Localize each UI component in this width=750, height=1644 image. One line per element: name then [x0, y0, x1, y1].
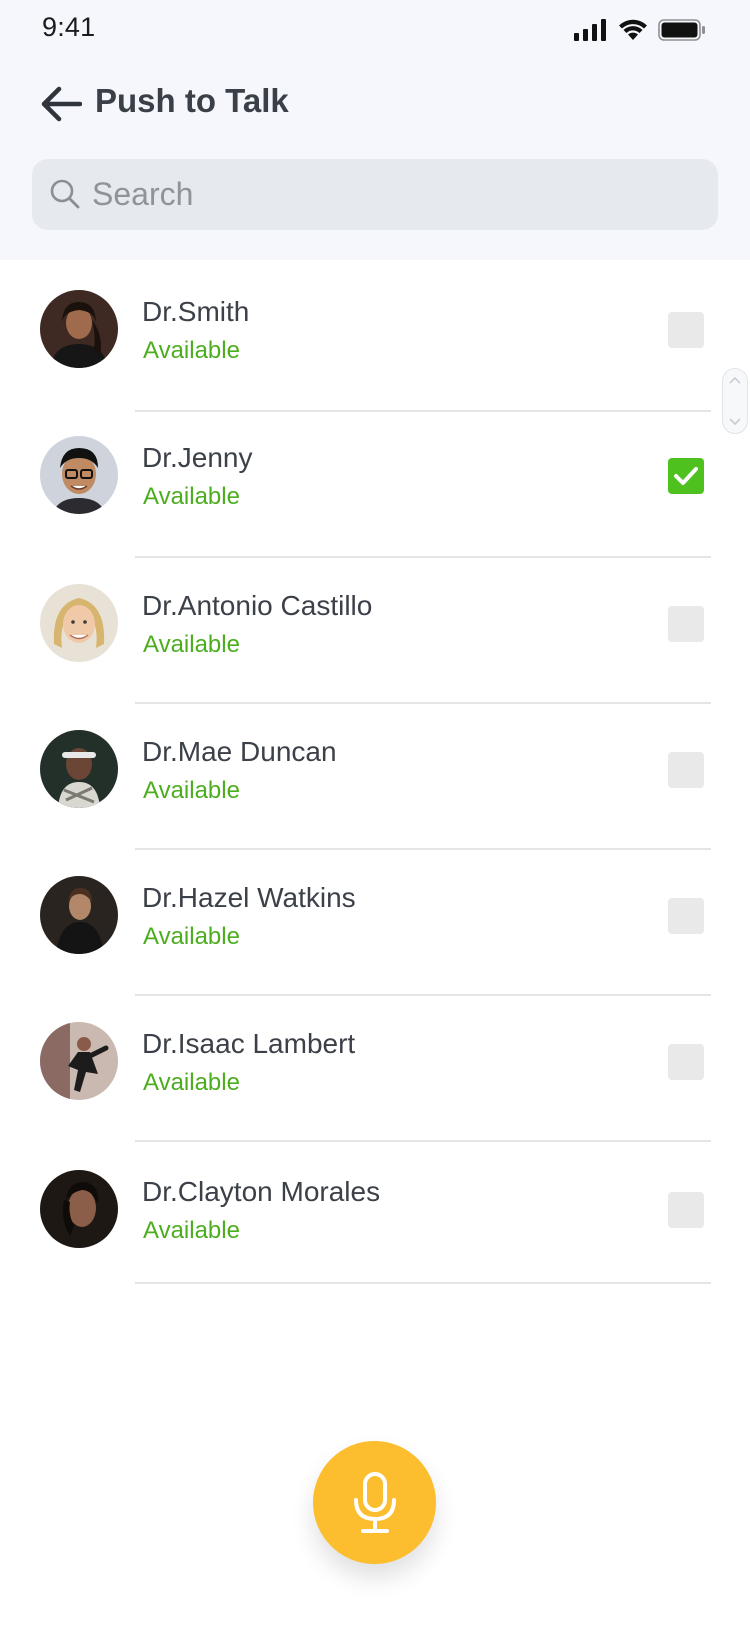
status-bar: 9:41 — [0, 0, 750, 54]
contact-status: Available — [143, 337, 240, 364]
back-arrow-icon — [41, 86, 82, 122]
microphone-icon — [353, 1471, 396, 1533]
avatar — [40, 584, 118, 662]
contact-name: Dr.Jenny — [142, 442, 253, 473]
contact-name: Dr.Clayton Morales — [142, 1176, 381, 1207]
select-checkbox[interactable] — [668, 312, 704, 348]
contact-status: Available — [143, 1217, 240, 1244]
avatar — [40, 290, 118, 368]
contact-name: Dr.Smith — [142, 296, 250, 327]
contact-name: Dr.Antonio Castillo — [142, 590, 373, 621]
back-button[interactable] — [38, 84, 84, 124]
contact-row[interactable]: Dr.Mae Duncan Available — [0, 698, 750, 850]
contact-row[interactable]: Dr.Antonio Castillo Available — [0, 552, 750, 704]
contact-status: Available — [143, 483, 240, 510]
select-checkbox[interactable] — [668, 458, 704, 494]
contact-status: Available — [143, 777, 240, 804]
avatar — [40, 1022, 118, 1100]
checkmark-icon — [674, 467, 698, 485]
select-checkbox[interactable] — [668, 752, 704, 788]
contact-name: Dr.Isaac Lambert — [142, 1028, 356, 1059]
page-title: Push to Talk — [95, 82, 289, 119]
search-bar[interactable] — [32, 159, 718, 230]
status-time: 9:41 — [42, 12, 96, 42]
divider — [135, 1282, 711, 1284]
contact-row[interactable]: Dr.Hazel Watkins Available — [0, 844, 750, 996]
wifi-icon — [619, 19, 647, 40]
push-to-talk-button[interactable] — [313, 1441, 436, 1564]
select-checkbox[interactable] — [668, 898, 704, 934]
contact-status: Available — [143, 631, 240, 658]
contact-row[interactable]: Dr.Smith Available — [0, 260, 750, 412]
contact-row[interactable]: Dr.Jenny Available — [0, 406, 750, 558]
header: Push to Talk — [0, 76, 750, 132]
contact-row[interactable]: Dr.Clayton Morales Available — [0, 1136, 750, 1284]
signal-icon — [574, 19, 606, 41]
avatar — [40, 876, 118, 954]
status-icons — [574, 18, 706, 42]
contact-status: Available — [143, 1069, 240, 1096]
avatar — [40, 1170, 118, 1248]
search-input[interactable] — [92, 159, 692, 230]
battery-icon — [658, 19, 705, 41]
avatar — [40, 436, 118, 514]
select-checkbox[interactable] — [668, 606, 704, 642]
contact-row[interactable]: Dr.Isaac Lambert Available — [0, 990, 750, 1142]
select-checkbox[interactable] — [668, 1044, 704, 1080]
search-icon — [50, 179, 80, 209]
contact-status: Available — [143, 923, 240, 950]
select-checkbox[interactable] — [668, 1192, 704, 1228]
contact-name: Dr.Mae Duncan — [142, 736, 337, 767]
contact-name: Dr.Hazel Watkins — [142, 882, 356, 913]
avatar — [40, 730, 118, 808]
